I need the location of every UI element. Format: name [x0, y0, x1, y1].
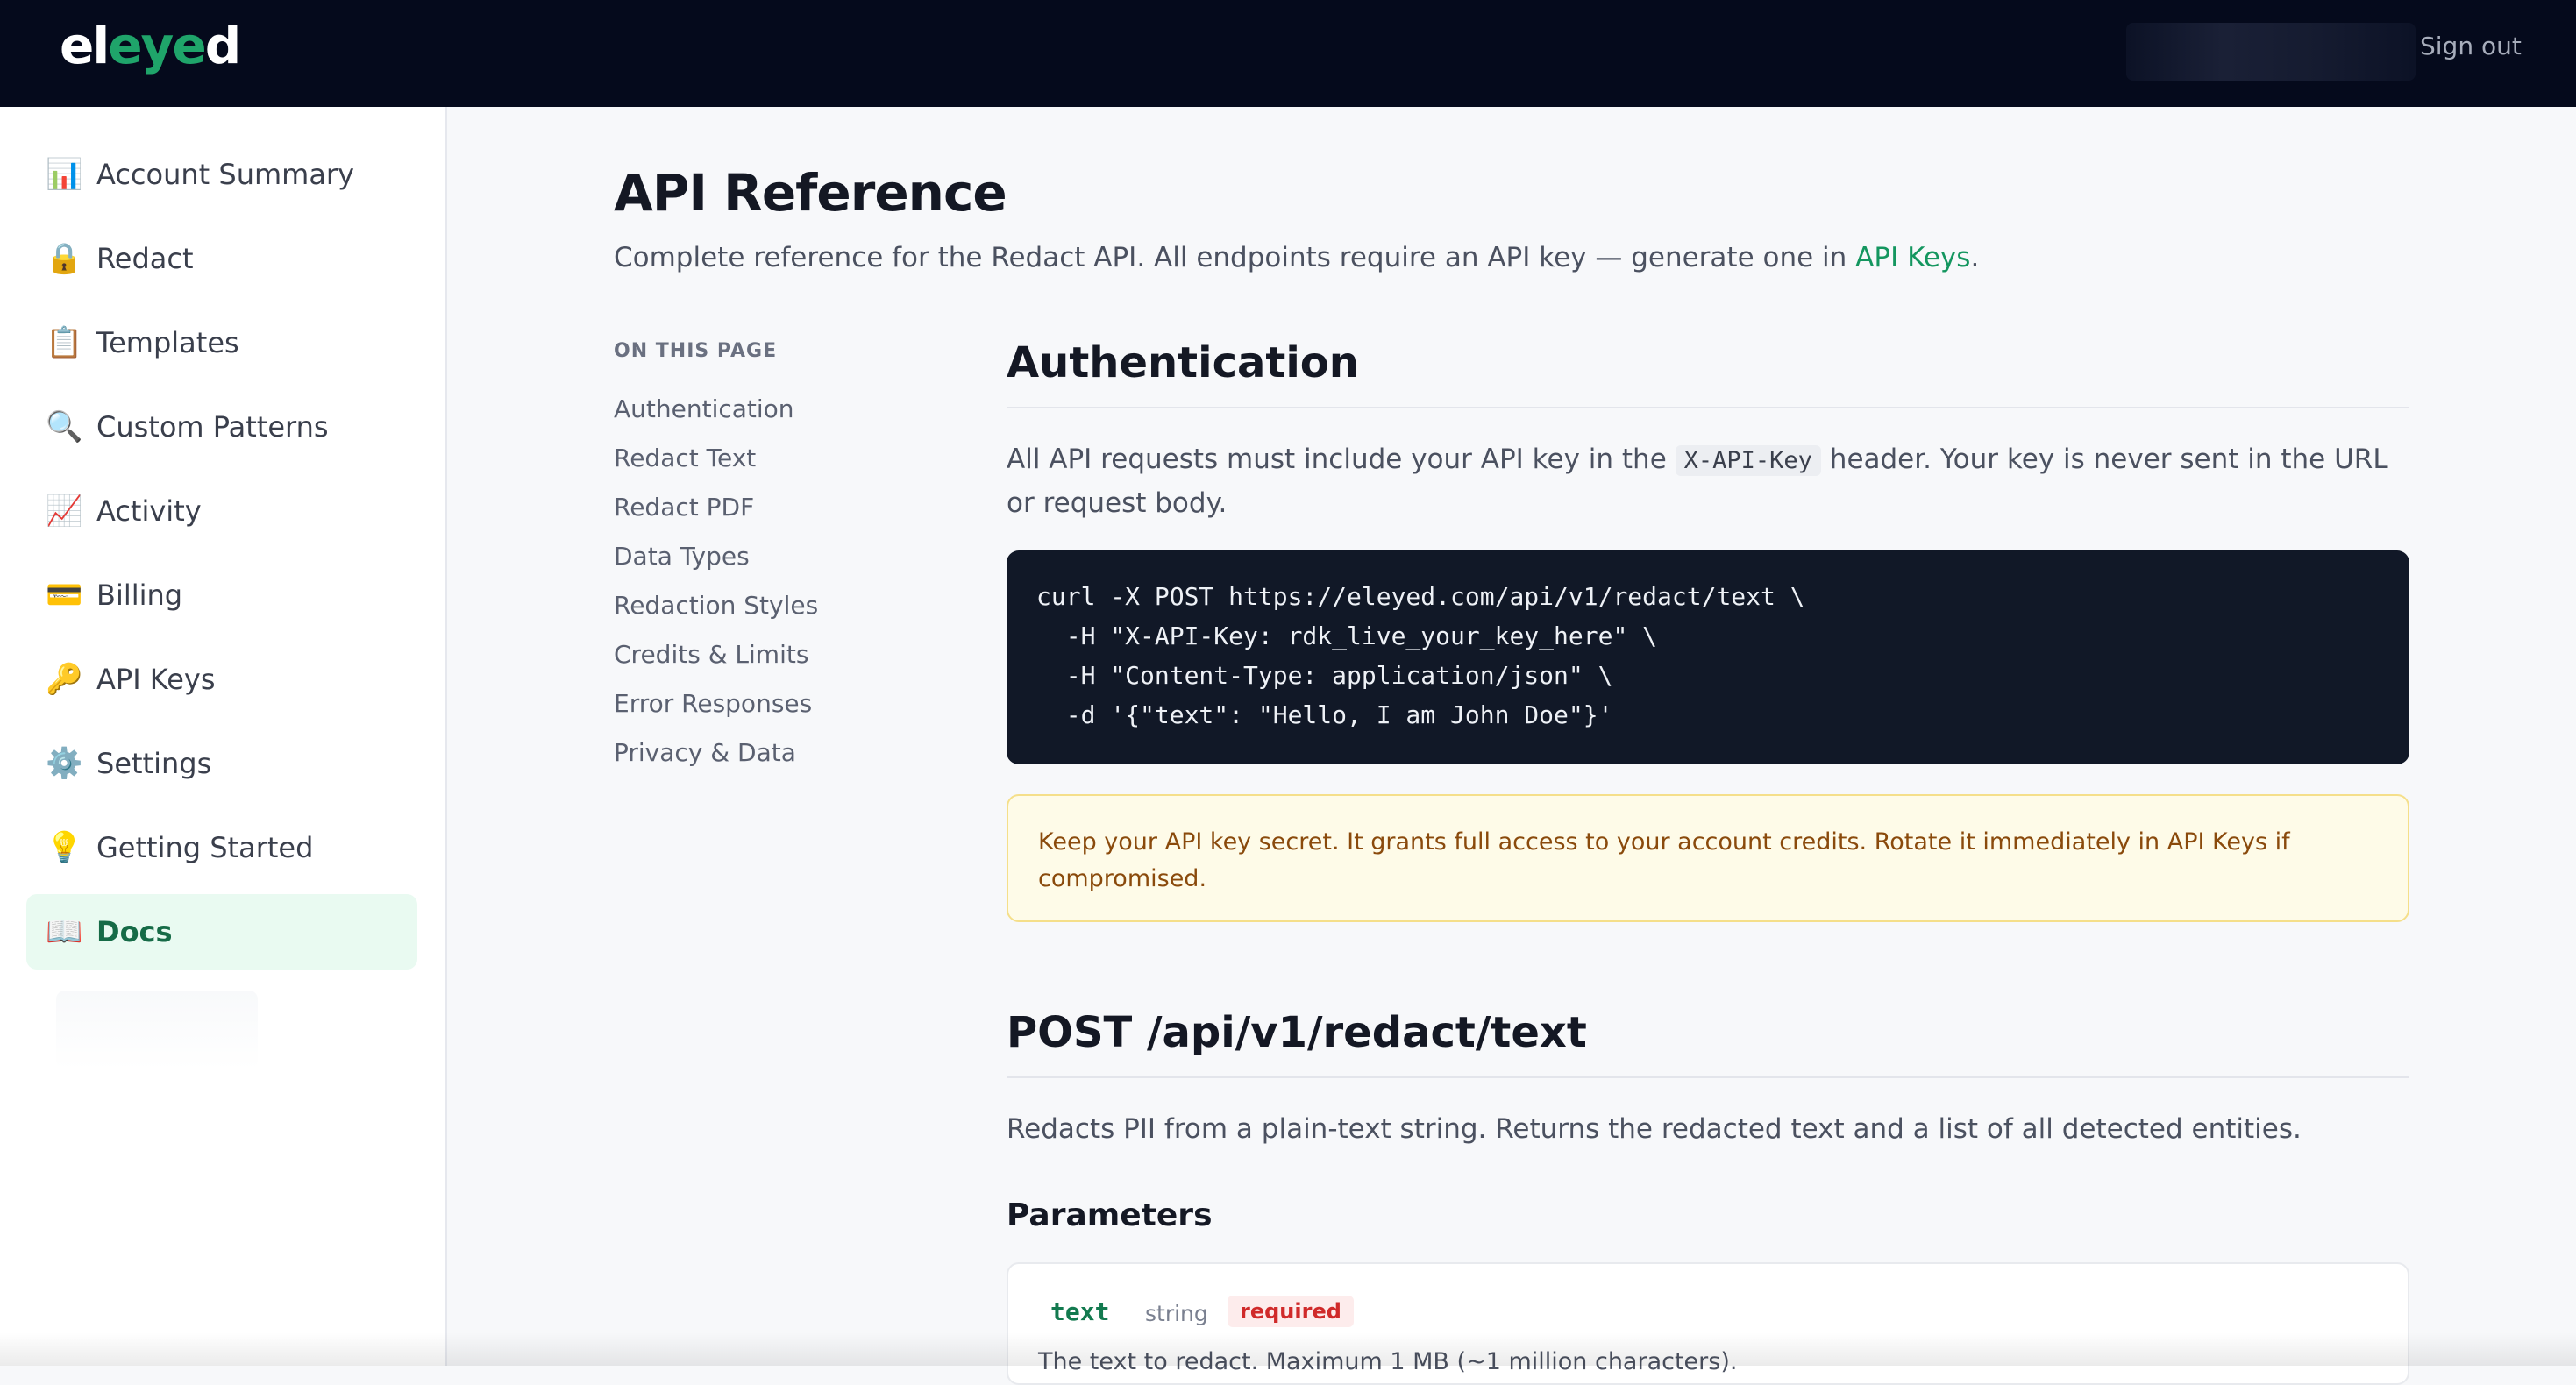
- subtitle-text: Complete reference for the Redact API. A…: [614, 242, 1856, 273]
- bar-chart-icon: 📊: [46, 157, 83, 192]
- auth-description: All API requests must include your API k…: [1007, 438, 2409, 524]
- page-title: API Reference: [614, 163, 1007, 223]
- logo-text-2: eye: [108, 16, 206, 75]
- top-navbar: eleyed Sign out: [0, 0, 2576, 107]
- clipboard-icon: 📋: [46, 325, 83, 360]
- gear-icon: ⚙️: [46, 746, 83, 781]
- code-line: -H "Content-Type: application/json" \: [1036, 661, 1613, 690]
- sidebar-item-account-summary[interactable]: 📊 Account Summary: [26, 137, 417, 212]
- sidebar-item-label: Billing: [96, 579, 183, 612]
- code-line: curl -X POST https://eleyed.com/api/v1/r…: [1036, 582, 1805, 611]
- toc-item-redact-pdf[interactable]: Redact PDF: [614, 493, 754, 522]
- sidebar-item-billing[interactable]: 💳 Billing: [26, 558, 417, 633]
- page-subtitle: Complete reference for the Redact API. A…: [614, 242, 1979, 273]
- faded-sidebar-item: [56, 991, 258, 1069]
- api-key-warning: Keep your API key secret. It grants full…: [1007, 794, 2409, 922]
- section-heading-redact-text: POST /api/v1/redact/text: [1007, 1008, 1587, 1057]
- toc-item-data-types[interactable]: Data Types: [614, 542, 750, 571]
- sidebar-item-redact[interactable]: 🔒 Redact: [26, 221, 417, 296]
- toc-item-authentication[interactable]: Authentication: [614, 394, 794, 423]
- sidebar-item-label: Account Summary: [96, 158, 355, 191]
- subtitle-end: .: [1970, 242, 1980, 273]
- sidebar-item-docs[interactable]: 📖 Docs: [26, 894, 417, 970]
- sidebar-item-label: Settings: [96, 747, 212, 780]
- sidebar-item-label: Docs: [96, 915, 173, 948]
- code-line: -d '{"text": "Hello, I am John Doe"}': [1036, 700, 1613, 729]
- sidebar-item-templates[interactable]: 📋 Templates: [26, 305, 417, 380]
- user-account-chip[interactable]: [2126, 23, 2416, 81]
- logo[interactable]: eleyed: [60, 16, 242, 75]
- book-icon: 📖: [46, 914, 83, 949]
- sidebar-item-settings[interactable]: ⚙️ Settings: [26, 726, 417, 801]
- parameters-heading: Parameters: [1007, 1197, 1213, 1233]
- param-description: The text to redact. Maximum 1 MB (~1 mil…: [1038, 1348, 1738, 1375]
- sidebar-item-label: Getting Started: [96, 831, 314, 864]
- required-badge: required: [1228, 1296, 1354, 1327]
- sidebar-item-label: Activity: [96, 494, 202, 528]
- sidebar: 📊 Account Summary 🔒 Redact 📋 Templates 🔍…: [0, 107, 447, 1366]
- parameter-card: text string required The text to redact.…: [1007, 1262, 2409, 1385]
- api-keys-link[interactable]: API Keys: [1855, 242, 1970, 273]
- sidebar-item-label: API Keys: [96, 663, 216, 696]
- toc-item-error-responses[interactable]: Error Responses: [614, 689, 812, 718]
- key-icon: 🔑: [46, 662, 83, 697]
- trend-chart-icon: 📈: [46, 494, 83, 529]
- sidebar-item-getting-started[interactable]: 💡 Getting Started: [26, 810, 417, 885]
- toc-item-credits-limits[interactable]: Credits & Limits: [614, 640, 808, 669]
- section-heading-authentication: Authentication: [1007, 338, 1359, 387]
- section-divider: [1007, 407, 2409, 408]
- lock-icon: 🔒: [46, 241, 83, 276]
- toc-item-redaction-styles[interactable]: Redaction Styles: [614, 591, 818, 620]
- param-name: text: [1050, 1297, 1110, 1326]
- toc-item-privacy-data[interactable]: Privacy & Data: [614, 738, 796, 767]
- endpoint-description: Redacts PII from a plain-text string. Re…: [1007, 1113, 2302, 1145]
- credit-card-icon: 💳: [46, 578, 83, 613]
- sidebar-item-api-keys[interactable]: 🔑 API Keys: [26, 642, 417, 717]
- magnifier-icon: 🔍: [46, 409, 83, 444]
- sign-out-link[interactable]: Sign out: [2420, 32, 2522, 60]
- sidebar-item-custom-patterns[interactable]: 🔍 Custom Patterns: [26, 389, 417, 465]
- lightbulb-icon: 💡: [46, 830, 83, 865]
- sidebar-item-label: Custom Patterns: [96, 410, 329, 444]
- code-block-curl-example[interactable]: curl -X POST https://eleyed.com/api/v1/r…: [1007, 550, 2409, 764]
- logo-text-3: d: [204, 16, 242, 75]
- sidebar-item-label: Redact: [96, 242, 194, 275]
- auth-text-before: All API requests must include your API k…: [1007, 444, 1676, 475]
- code-line: -H "X-API-Key: rdk_live_your_key_here" \: [1036, 621, 1658, 650]
- logo-text-1: el: [60, 16, 110, 75]
- sidebar-item-label: Templates: [96, 326, 239, 359]
- toc-item-redact-text[interactable]: Redact Text: [614, 444, 756, 472]
- section-divider: [1007, 1076, 2409, 1078]
- sidebar-item-activity[interactable]: 📈 Activity: [26, 473, 417, 549]
- toc-title: ON THIS PAGE: [614, 340, 778, 362]
- param-type: string: [1145, 1301, 1208, 1326]
- inline-code-header: X-API-Key: [1675, 445, 1821, 476]
